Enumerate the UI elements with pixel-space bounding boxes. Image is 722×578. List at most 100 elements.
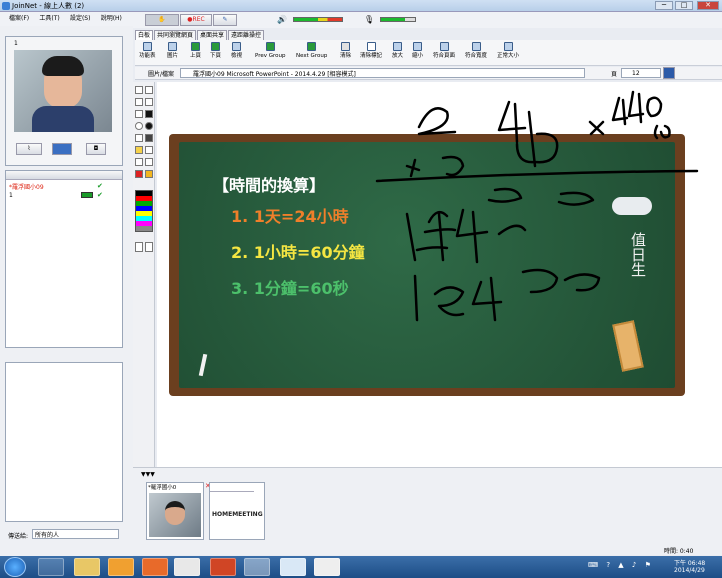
video-button-mic[interactable]: ⌇	[16, 143, 42, 155]
line-width-tool[interactable]	[135, 242, 143, 252]
color-red-tool[interactable]	[135, 170, 143, 178]
media-player-icon[interactable]	[108, 558, 134, 576]
ink-stroke	[405, 210, 457, 262]
eraser-tool[interactable]	[135, 158, 143, 166]
clear-button[interactable]: 清除	[340, 40, 351, 60]
chrome-icon[interactable]	[174, 558, 200, 576]
maximize-button[interactable]: □	[675, 1, 693, 10]
user-row[interactable]: *羅浮國小09 ✔	[9, 182, 121, 191]
page-value: 12	[632, 70, 640, 77]
video-button-camera[interactable]: ◘	[86, 143, 106, 155]
polygon-tool[interactable]	[135, 134, 143, 142]
line-tool[interactable]	[145, 98, 153, 106]
normal-size-button[interactable]: 正常大小	[497, 40, 519, 60]
toolbar-label: 清除標記	[360, 53, 383, 59]
send-to-label: 傳送給:	[8, 533, 29, 540]
toolbar-label: 上頁	[190, 53, 202, 59]
tab-cobrowse[interactable]: 共同瀏覽網頁	[154, 30, 197, 40]
star-tool[interactable]	[145, 170, 153, 178]
undo-icon	[366, 42, 376, 51]
collapse-arrows[interactable]: ▼▼▼	[141, 471, 155, 478]
prev-group-button[interactable]: Prev Group	[255, 40, 286, 60]
menu-file[interactable]: 檔案(F)	[9, 12, 29, 26]
thumb-video[interactable]: *羅浮國小0	[146, 482, 204, 540]
line-width-thick-tool[interactable]	[145, 242, 153, 252]
prev-page-button[interactable]: 上頁	[190, 40, 201, 60]
ellipse-tool[interactable]	[135, 122, 143, 130]
tab-desktop-share[interactable]: 桌面共享	[197, 30, 228, 40]
image-button[interactable]: 圖片	[167, 40, 178, 60]
mic-volume-slider[interactable]	[380, 17, 416, 22]
toolbar-label: 正常大小	[497, 53, 520, 59]
menu-button[interactable]: 功能表	[139, 40, 156, 60]
ink-stroke	[497, 100, 527, 144]
chat-area[interactable]	[5, 362, 123, 522]
ink-stroke	[375, 169, 699, 183]
toolbar-label: 功能表	[139, 53, 156, 59]
next-icon	[211, 42, 220, 51]
select-tool[interactable]	[145, 86, 153, 94]
page-options-button[interactable]	[663, 67, 675, 79]
tab-remote-control[interactable]: 遠距離操控	[228, 30, 265, 40]
drawing-tools	[133, 82, 155, 467]
zoom-out-button[interactable]: 縮小	[412, 40, 423, 60]
fit-width-button[interactable]: 符合寬度	[465, 40, 487, 60]
clear-marks-button[interactable]: 清除標記	[360, 40, 382, 60]
next-group-button[interactable]: Next Group	[296, 40, 327, 60]
firefox-icon[interactable]	[142, 558, 168, 576]
record-button[interactable]: ●REC	[180, 14, 212, 26]
highlight-tool[interactable]	[135, 146, 143, 154]
tab-whiteboard[interactable]: 白板	[135, 30, 154, 40]
send-to-select[interactable]: 所有的人	[32, 529, 119, 539]
zoom-in-button[interactable]: 放大	[392, 40, 403, 60]
file-select[interactable]: 羅浮國小09 Microsoft PowerPoint - 2014.4.29 …	[180, 68, 585, 78]
path-bar: 圖片/檔案 羅浮國小09 Microsoft PowerPoint - 2014…	[135, 67, 722, 80]
view-button[interactable]: 檢視	[231, 40, 242, 60]
speaker-volume-slider[interactable]	[293, 17, 343, 22]
rect-tool[interactable]	[135, 110, 143, 118]
joinnet-taskbar-icon[interactable]	[244, 558, 270, 576]
fit-page-button[interactable]: 符合頁面	[433, 40, 455, 60]
homemeeting-logo: HOMEMEETING	[212, 511, 263, 518]
start-button[interactable]	[4, 557, 26, 577]
page-select[interactable]: 12	[621, 68, 661, 78]
whiteboard-canvas[interactable]: 【時間的換算】 1. 1天=24小時 2. 1小時=60分鐘 3. 1分鐘=60…	[157, 82, 722, 467]
title-bar: JoinNet - 線上人數 (2) ─ □ ✕	[0, 0, 722, 12]
user-check-icon: ✔	[97, 182, 103, 190]
next-page-button[interactable]: 下頁	[210, 40, 221, 60]
speaker-icon: 🔊	[277, 15, 287, 24]
pointer-tool[interactable]	[135, 86, 143, 94]
view-icon	[232, 42, 241, 51]
toolbar-label: Next Group	[296, 53, 328, 59]
tools-wrench-icon[interactable]: ✎	[213, 14, 237, 26]
user-list-header	[6, 171, 122, 180]
notepad-icon[interactable]	[314, 558, 340, 576]
text-tool[interactable]	[135, 98, 143, 106]
thumb-select[interactable]	[210, 483, 254, 492]
paint-icon[interactable]	[280, 558, 306, 576]
microphone-icon: 🎙	[364, 15, 375, 24]
hand-raise-button[interactable]: ✋	[145, 14, 179, 26]
thumb-homemeeting[interactable]: HOMEMEETING	[209, 482, 265, 540]
fill-tool[interactable]	[145, 158, 153, 166]
user-name: 1	[9, 192, 13, 199]
explorer-icon[interactable]	[74, 558, 100, 576]
menu-help[interactable]: 說明(H)	[101, 12, 122, 26]
user-row[interactable]: 1 ✔	[9, 191, 121, 199]
close-button[interactable]: ✕	[697, 1, 719, 10]
filled-rect-tool[interactable]	[145, 110, 153, 118]
tray-icons[interactable]: ⌨ ? ▲ ♪ ⚑	[588, 561, 666, 573]
minimize-button[interactable]: ─	[655, 1, 673, 10]
powerpoint-icon[interactable]	[210, 558, 236, 576]
video-button-share[interactable]	[52, 143, 72, 155]
ie-icon[interactable]	[38, 558, 64, 576]
menu-settings[interactable]: 設定(S)	[70, 12, 91, 26]
filled-polygon-tool[interactable]	[145, 134, 153, 142]
ink-stroke	[515, 110, 559, 168]
ink-stroke	[471, 276, 503, 322]
filled-ellipse-tool[interactable]	[145, 122, 153, 130]
app-icon	[2, 2, 10, 10]
area-tool[interactable]	[145, 146, 153, 154]
menu-tools[interactable]: 工具(T)	[39, 12, 59, 26]
color-palette[interactable]	[135, 190, 153, 232]
